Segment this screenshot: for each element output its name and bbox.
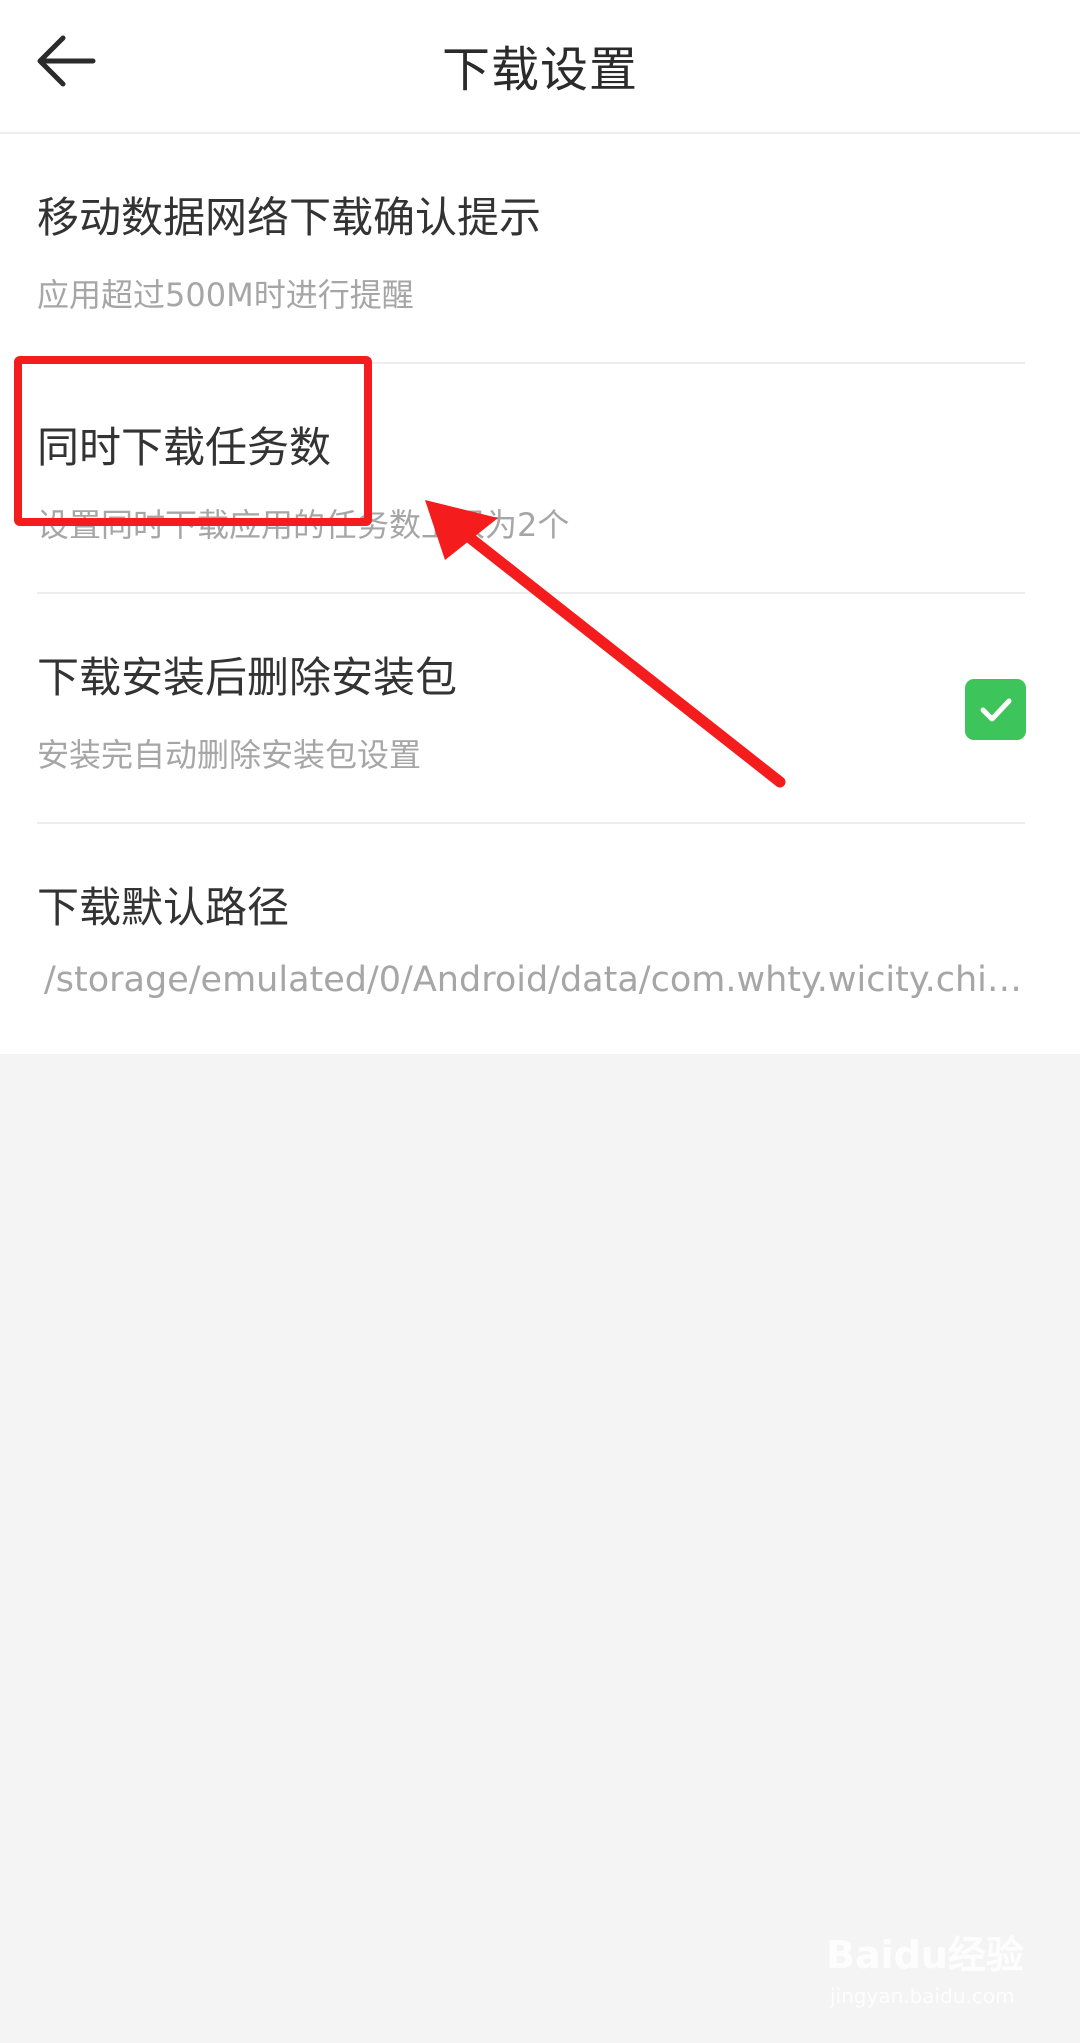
settings-list: 移动数据网络下载确认提示 应用超过500M时进行提醒 同时下载任务数 设置同时下… [0, 134, 1080, 1054]
setting-subtitle: 安装完自动删除安装包设置 [37, 736, 422, 774]
top-bar: 下载设置 [0, 0, 1080, 134]
setting-delete-after-install[interactable]: 下载安装后删除安装包 安装完自动删除安装包设置 [0, 594, 1080, 824]
setting-title: 移动数据网络下载确认提示 [37, 193, 542, 242]
download-path-value: /storage/emulated/0/Android/data/com.wht… [44, 960, 1024, 1000]
watermark-brand: Baidu经验 [826, 1933, 1024, 1977]
page-title: 下载设置 [441, 42, 638, 98]
setting-subtitle: 应用超过500M时进行提醒 [37, 276, 414, 314]
delete-package-checkbox[interactable] [965, 679, 1026, 740]
annotation-highlight-box [14, 356, 372, 526]
check-icon [980, 698, 1011, 721]
setting-title: 下载安装后删除安装包 [37, 653, 458, 702]
setting-default-path[interactable]: 下载默认路径 /storage/emulated/0/Android/data/… [0, 824, 1080, 1054]
watermark-url: jingyan.baidu.com [830, 1984, 1015, 2008]
setting-title: 下载默认路径 [37, 883, 290, 932]
setting-mobile-data-confirm[interactable]: 移动数据网络下载确认提示 应用超过500M时进行提醒 [0, 134, 1080, 364]
baidu-watermark: Baidu经验 jingyan.baidu.com [826, 1924, 1026, 2014]
